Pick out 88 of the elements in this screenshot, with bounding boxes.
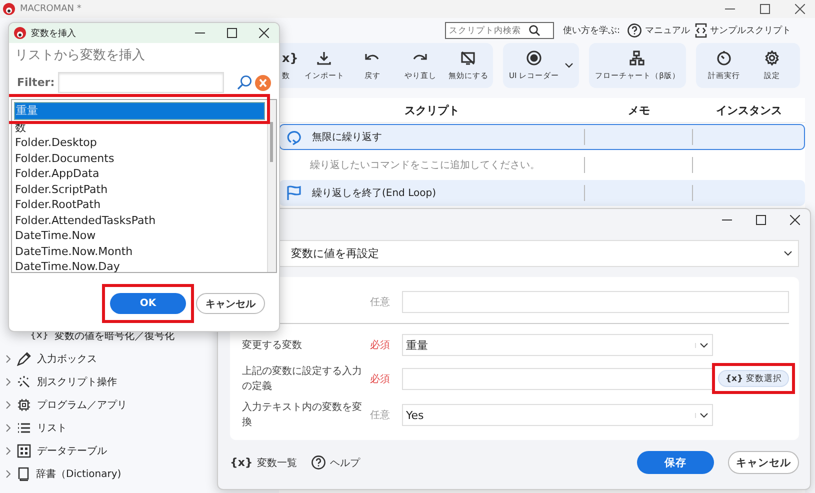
loop-icon [286,129,302,145]
close-icon[interactable] [259,28,269,38]
record-icon [526,50,542,66]
chevron-right-icon[interactable] [6,354,11,362]
close-icon[interactable] [795,4,805,14]
chevron-right-icon[interactable] [6,378,11,386]
sidebar-item[interactable]: 入力ボックス [37,352,97,366]
field-label: 入力テキスト内の変数を変換 [242,400,363,430]
column-header: スクリプト [404,102,460,118]
manual-link[interactable]: マニュアル [627,22,690,38]
flag-icon [286,185,302,201]
optional-tag: 任意 [370,295,402,309]
column-header: インスタンス [715,102,783,118]
sidebar-item[interactable]: プログラム／アプリ [37,398,127,412]
variable-list-item[interactable]: Folder.AttendedTasksPath [14,212,265,228]
filter-field[interactable] [58,72,224,93]
chevron-right-icon[interactable] [6,400,11,408]
variable-list-item[interactable]: 重量 [14,102,265,120]
command-text: 無限に繰り返す [312,130,382,144]
variable-list-item[interactable]: Folder.AppData [14,166,265,182]
app-logo-icon [3,3,15,15]
flowchart-icon [629,50,646,66]
help-icon [627,22,642,38]
field-label: 変更する変数 [242,338,303,352]
cancel-button[interactable]: キャンセル [196,293,265,314]
code-file-icon [695,22,708,38]
field-label: 上記の変数に設定する入力の定義 [242,364,363,394]
help-link[interactable]: ヘルプ [310,455,360,470]
filter-label: Filter: [17,76,55,89]
input-field[interactable] [402,291,789,313]
variable-list-item[interactable]: Folder.Desktop [14,135,265,150]
ok-button[interactable]: OK [110,293,186,314]
script-row[interactable]: 繰り返したいコマンドをここに追加してください。 [279,152,805,178]
help-icon [310,455,326,470]
cancel-button[interactable]: キャンセル [728,451,799,474]
variable-select-button[interactable]: {x} 変数選択 [718,370,789,387]
save-button[interactable]: 保存 [637,451,714,474]
script-row[interactable]: 繰り返しを終了(End Loop) [279,180,805,206]
chevron-right-icon[interactable] [6,446,11,454]
select-field[interactable]: Yes [402,404,713,426]
window-title: MACROMAN * [20,4,82,14]
variable-list-item[interactable]: Folder.RootPath [14,197,265,212]
variable-list-link[interactable]: {x} 変数一覧 [230,456,297,470]
close-icon[interactable] [790,215,800,225]
sidebar-item[interactable]: データテーブル [37,444,107,458]
chevron-down-icon [695,342,708,348]
required-tag: 必須 [370,338,402,352]
sidebar-item[interactable]: 辞書（Dictionary) [36,466,122,480]
select-field[interactable]: 重量 [402,334,713,356]
chevron-down-icon [784,251,792,256]
sparkle-icon [17,374,31,388]
variable-list-item[interactable]: Folder.Documents [14,150,265,166]
settings-icon [764,50,780,66]
clear-icon[interactable] [254,74,271,90]
download-icon [316,50,332,66]
window-title: 変数を挿入 [31,28,76,40]
chevron-right-icon[interactable] [6,424,11,432]
column-header: メモ [627,102,651,118]
variable-list-item[interactable]: Folder.ScriptPath [14,182,265,197]
learn-label: 使い方を学ぶ: [563,24,620,36]
book-icon [17,466,30,481]
sidebar-item[interactable]: 別スクリプト操作 [37,374,117,388]
list-icon [17,422,31,434]
placeholder-text: 繰り返したいコマンドをここに追加してください。 [309,158,540,172]
pen-icon [17,352,31,366]
search-field[interactable]: スクリプト内検索 [445,22,554,38]
chevron-down-icon[interactable] [565,63,574,68]
sidebar-item[interactable]: リスト [37,420,67,434]
search-icon [529,24,540,36]
search-icon[interactable] [236,75,252,90]
maximize-icon[interactable] [760,4,770,14]
chip-icon [17,398,31,412]
sample-script-link[interactable]: サンプルスクリプト [695,22,792,38]
app-logo-icon [14,27,26,39]
required-tag: 必須 [370,372,402,386]
script-row[interactable]: 無限に繰り返す [279,124,805,150]
table-icon [17,444,31,458]
maximize-icon[interactable] [227,28,237,38]
scrollbar[interactable] [267,100,276,272]
maximize-icon[interactable] [756,215,766,225]
optional-tag: 任意 [370,408,402,422]
timer-icon [716,50,732,66]
input-field[interactable] [402,368,713,390]
chevron-right-icon[interactable] [6,470,11,478]
chevron-down-icon [695,412,708,418]
dialog-heading: リストから変数を挿入 [14,47,146,64]
disabled-screen-icon [460,50,476,66]
command-text: 繰り返しを終了(End Loop) [312,186,436,200]
